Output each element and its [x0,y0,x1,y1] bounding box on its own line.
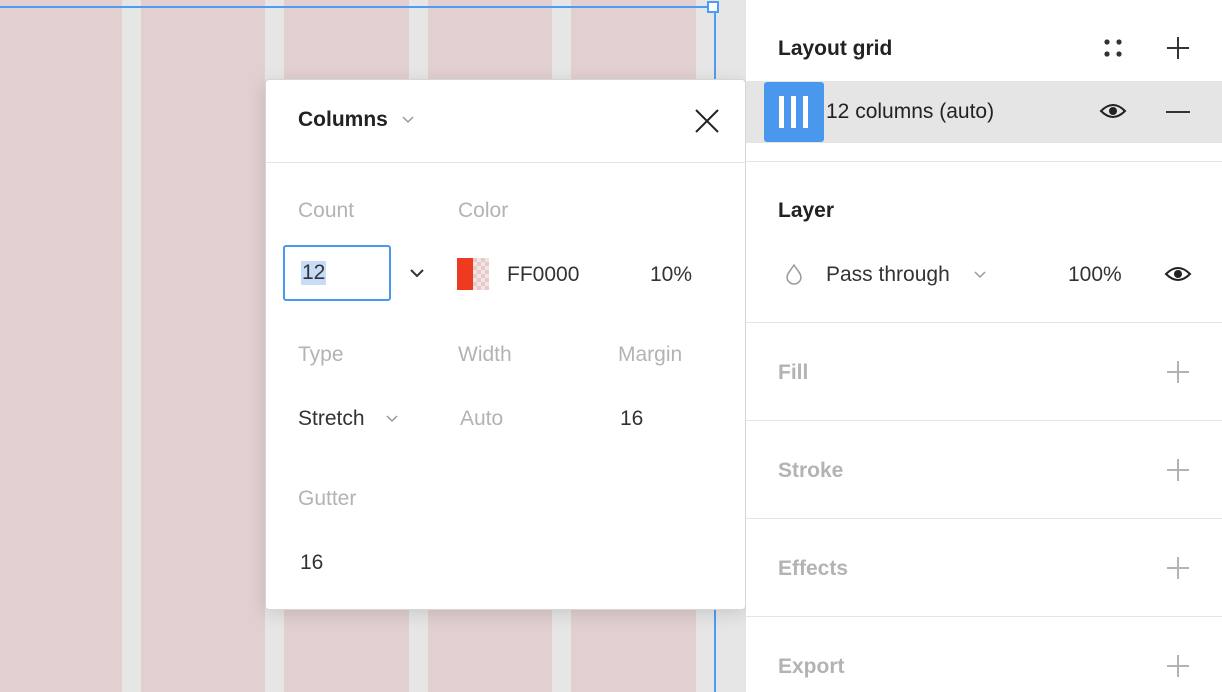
type-label: Type [298,343,344,366]
chevron-down-icon[interactable] [974,271,986,279]
gutter-label: Gutter [298,487,357,510]
grid-styles-icon[interactable] [1103,38,1123,58]
stroke-section-title: Stroke [778,459,844,482]
export-section-title: Export [778,655,845,678]
margin-label: Margin [618,343,683,366]
layer-section-title: Layer [778,199,835,222]
width-label: Width [458,343,512,366]
layout-grid-section-title: Layout grid [778,37,893,60]
close-icon[interactable] [694,108,720,134]
popover-header: Columns [266,80,745,163]
eye-icon[interactable] [1164,264,1192,284]
color-hex-input[interactable]: FF0000 [507,263,579,287]
frame-selection-outline [0,6,716,8]
layout-grid-item-label[interactable]: 12 columns (auto) [826,100,994,124]
layer-opacity-input[interactable]: 100% [1068,263,1122,287]
grid-type-dropdown[interactable]: Columns [298,108,388,132]
blend-mode-dropdown[interactable]: Pass through [826,263,950,287]
color-label: Color [458,199,509,222]
blend-mode-drop-icon [786,263,802,285]
layout-grid-settings-popover: Columns Count Color 12 FF0000 10% Type W… [265,79,746,610]
color-swatch[interactable] [457,258,489,290]
section-divider [746,518,1222,519]
color-opacity-input[interactable]: 10% [650,263,692,287]
effects-section-title: Effects [778,557,849,580]
section-divider [746,616,1222,617]
chevron-down-icon[interactable] [386,415,398,423]
type-dropdown[interactable]: Stretch [298,407,365,431]
grid-column [0,0,122,692]
chevron-down-icon[interactable] [402,116,414,124]
remove-layout-grid-icon[interactable] [1166,110,1190,114]
add-fill-icon[interactable] [1166,360,1190,384]
fill-section-title: Fill [778,361,809,384]
add-effect-icon[interactable] [1166,556,1190,580]
eye-icon[interactable] [1099,101,1127,121]
count-label: Count [298,199,355,222]
section-divider [746,420,1222,421]
add-stroke-icon[interactable] [1166,458,1190,482]
section-divider [746,161,1222,162]
grid-column [141,0,265,692]
add-layout-grid-icon[interactable] [1166,36,1190,60]
chevron-down-icon[interactable] [410,269,424,278]
frame-resize-handle[interactable] [707,1,719,13]
count-input[interactable]: 12 [283,245,391,301]
count-value: 12 [301,261,327,285]
add-export-icon[interactable] [1166,654,1190,678]
properties-panel: Layout grid 12 columns (auto) Layer Pass… [746,0,1222,692]
margin-input[interactable]: 16 [620,407,643,431]
width-input[interactable]: Auto [460,407,503,431]
columns-grid-icon[interactable] [764,82,824,142]
gutter-input[interactable]: 16 [300,551,323,575]
section-divider [746,322,1222,323]
